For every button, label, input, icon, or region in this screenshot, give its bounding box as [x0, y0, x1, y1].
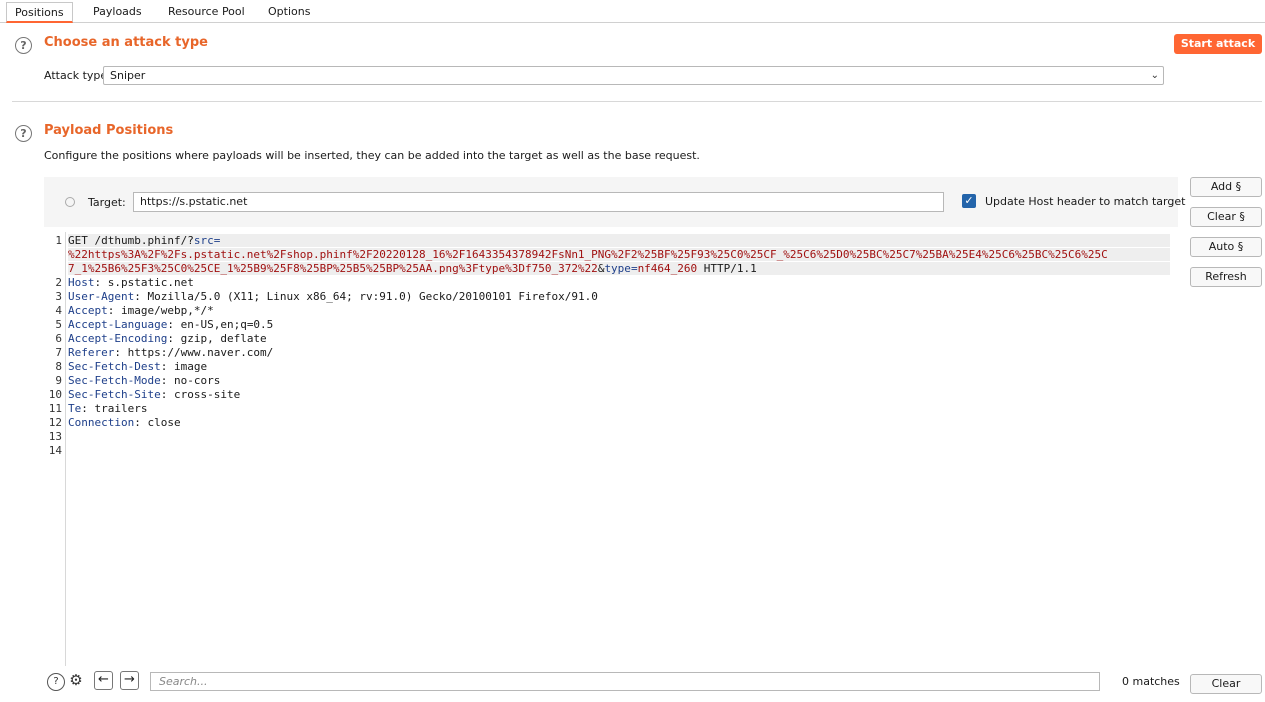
arrow-right-icon[interactable]: → — [120, 671, 139, 690]
add-marker-button[interactable]: Add § — [1190, 177, 1262, 197]
line-number: 8 — [55, 360, 62, 373]
help-icon[interactable]: ? — [15, 125, 32, 142]
attack-type-title: Choose an attack type — [44, 35, 208, 50]
refresh-button[interactable]: Refresh — [1190, 267, 1262, 287]
help-icon[interactable]: ? — [15, 37, 32, 54]
header-line: Te: trailers — [68, 402, 148, 415]
line-number: 4 — [55, 304, 62, 317]
line-number: 14 — [48, 444, 62, 457]
arrow-left-icon[interactable]: ← — [94, 671, 113, 690]
search-input[interactable]: Search... — [150, 672, 1100, 691]
line-number: 7 — [55, 346, 62, 359]
clear-markers-button[interactable]: Clear § — [1190, 207, 1262, 227]
target-radio[interactable] — [65, 197, 75, 207]
start-attack-button[interactable]: Start attack — [1174, 34, 1262, 54]
tab-bar: Positions Payloads Resource Pool Options — [0, 0, 1265, 23]
attack-type-value: Sniper — [110, 69, 146, 82]
header-line: Accept-Language: en-US,en;q=0.5 — [68, 318, 274, 331]
auto-markers-button[interactable]: Auto § — [1190, 237, 1262, 257]
payload-position: %22https%3A%2F%2Fs.pstatic.net%2Fshop.ph… — [68, 248, 1170, 261]
header-line: Accept: image/webp,*/* — [68, 304, 214, 317]
header-line: Sec-Fetch-Mode: no-cors — [68, 374, 221, 387]
line-number: 1 — [55, 234, 62, 247]
header-line: Host: s.pstatic.net — [68, 276, 194, 289]
tab-payloads[interactable]: Payloads — [93, 2, 142, 23]
update-host-label: Update Host header to match target — [985, 195, 1186, 208]
match-count: 0 matches — [1122, 675, 1180, 688]
header-line: Sec-Fetch-Dest: image — [68, 360, 208, 373]
line-number: 11 — [48, 402, 62, 415]
header-line: Sec-Fetch-Site: cross-site — [68, 388, 241, 401]
line-number: 2 — [55, 276, 62, 289]
chevron-down-icon: ⌄ — [1150, 70, 1159, 81]
line-number: 10 — [48, 388, 62, 401]
target-label: Target: — [88, 196, 126, 209]
line-number: 3 — [55, 290, 62, 303]
header-line: User-Agent: Mozilla/5.0 (X11; Linux x86_… — [68, 290, 598, 303]
tab-options[interactable]: Options — [268, 2, 310, 23]
header-line: Connection: close — [68, 416, 181, 429]
gear-icon[interactable]: ⚙ — [67, 672, 85, 690]
header-line: Referer: https://www.naver.com/ — [68, 346, 274, 359]
payload-positions-title: Payload Positions — [44, 123, 174, 138]
tab-resource-pool[interactable]: Resource Pool — [168, 2, 245, 23]
tab-positions[interactable]: Positions — [6, 2, 73, 23]
line-number: 6 — [55, 332, 62, 345]
payload-positions-description: Configure the positions where payloads w… — [44, 149, 700, 162]
update-host-checkbox[interactable]: ✓ — [962, 194, 976, 208]
help-icon[interactable]: ? — [47, 673, 65, 691]
header-line: Accept-Encoding: gzip, deflate — [68, 332, 267, 345]
attack-type-label: Attack type: — [44, 69, 111, 82]
target-input[interactable]: https://s.pstatic.net — [133, 192, 944, 212]
request-editor[interactable]: 1 2 3 4 5 6 7 8 9 10 11 12 13 14 GET /dt… — [44, 232, 1172, 666]
section-divider — [12, 101, 1262, 102]
payload-position-cont: 7_1%25B6%25F3%25C0%25CE_1%25B9%25F8%25BP… — [68, 262, 1170, 275]
line-gutter: 1 2 3 4 5 6 7 8 9 10 11 12 13 14 — [44, 232, 66, 666]
line-number: 12 — [48, 416, 62, 429]
line-number: 13 — [48, 430, 62, 443]
attack-type-select[interactable]: Sniper ⌄ — [103, 66, 1164, 85]
request-line: GET /dthumb.phinf/?src= — [68, 234, 1170, 247]
clear-search-button[interactable]: Clear — [1190, 674, 1262, 694]
line-number: 9 — [55, 374, 62, 387]
line-number: 5 — [55, 318, 62, 331]
